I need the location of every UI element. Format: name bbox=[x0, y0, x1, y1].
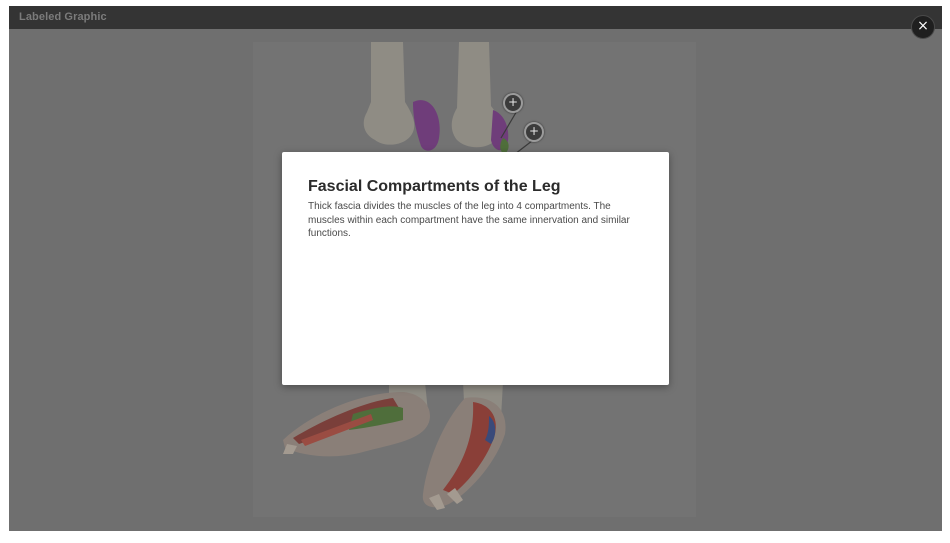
modal-heading: Fascial Compartments of the Leg bbox=[308, 178, 561, 195]
hotspot-marker[interactable]: + bbox=[503, 93, 523, 113]
title-bar: Labeled Graphic bbox=[9, 6, 942, 29]
window-title: Labeled Graphic bbox=[19, 11, 107, 23]
close-button[interactable]: × bbox=[911, 15, 935, 39]
modal-body-text: Thick fascia divides the muscles of the … bbox=[308, 201, 630, 239]
close-icon: × bbox=[917, 18, 929, 34]
plus-icon: + bbox=[507, 95, 519, 109]
hotspot-marker[interactable]: + bbox=[524, 122, 544, 142]
info-modal: Fascial Compartments of the Leg Thick fa… bbox=[282, 152, 669, 385]
plus-icon: + bbox=[528, 124, 540, 138]
